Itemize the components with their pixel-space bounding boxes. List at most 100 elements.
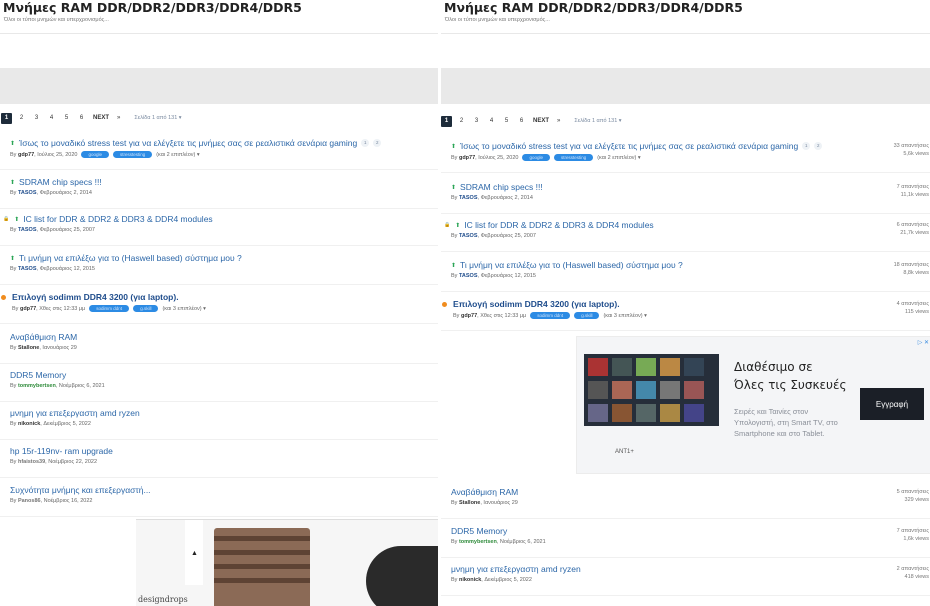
more-tags-dropdown[interactable]: (και 3 επιπλέον) ▾ — [162, 306, 205, 312]
topic-title-link[interactable]: Επιλογή sodimm DDR4 3200 (για laptop). — [12, 292, 179, 302]
topic-title-link[interactable]: IC list for DDR & DDR2 & DDR3 & DDR4 mod… — [23, 214, 212, 224]
page-5-button[interactable]: 5 — [501, 116, 512, 127]
topic-author-link[interactable]: TASOS — [459, 273, 478, 279]
topic-title-link[interactable]: IC list for DDR & DDR2 & DDR3 & DDR4 mod… — [464, 220, 653, 230]
topic-title-link[interactable]: DDR5 Memory — [451, 526, 507, 536]
topic-page-1-link[interactable]: 1 — [361, 139, 370, 147]
next-page-button[interactable]: NEXT — [93, 113, 109, 124]
more-tags-dropdown[interactable]: (και 2 επιπλέον) ▾ — [597, 155, 640, 161]
topic-author-link[interactable]: gdp77 — [459, 155, 475, 161]
by-label: By — [451, 539, 459, 545]
last-page-button[interactable]: » — [557, 116, 560, 127]
topic-page-1-link[interactable]: 1 — [802, 142, 811, 150]
topic-tag[interactable]: google — [522, 154, 550, 161]
topic-title-link[interactable]: Τι μνήμη να επιλέξω για το (Haswell base… — [19, 253, 242, 263]
page-1-button[interactable]: 1 — [1, 112, 12, 124]
topic-title-link[interactable]: Ίσως το μοναδικό stress test για να ελέγ… — [460, 141, 798, 151]
topic-row: Επιλογή sodimm DDR4 3200 (για laptop). By… — [441, 299, 930, 319]
page-1-button[interactable]: 1 — [441, 115, 452, 127]
page-3-button[interactable]: 3 — [31, 113, 42, 124]
topic-tag[interactable]: stresstesting — [112, 151, 153, 158]
topic-author-link[interactable]: hfaistos39 — [18, 459, 45, 465]
topic-row: μνημη για επεξεργαστη amd ryzen By nikoni… — [441, 564, 930, 583]
topic-author-link[interactable]: nikonick — [18, 421, 40, 427]
topic-meta: By TASOS, Φεβρουάριος 2, 2014 — [10, 190, 438, 196]
topic-author-link[interactable]: TASOS — [459, 195, 478, 201]
topic-page-2-link[interactable]: 2 — [373, 139, 382, 147]
topic-author-link[interactable]: TASOS — [18, 190, 37, 196]
forum-title: Μνήμες RAM DDR/DDR2/DDR3/DDR4/DDR5 — [444, 0, 743, 15]
topic-author-link[interactable]: tommybertsen — [459, 539, 497, 545]
adchoices-icon[interactable]: ▷ ✕ — [918, 339, 929, 346]
by-label: By — [10, 498, 18, 504]
ad-signup-button[interactable]: Εγγραφή — [860, 388, 924, 420]
topic-row: Επιλογή sodimm DDR4 3200 (για laptop). By… — [0, 292, 438, 312]
page-3-button[interactable]: 3 — [471, 116, 482, 127]
topic-tag[interactable]: sodimm ddr4 — [89, 305, 130, 312]
topic-stats: 2 απαντήσεις 418 views — [897, 566, 929, 581]
topic-title-link[interactable]: μνημη για επεξεργαστη amd ryzen — [10, 408, 140, 418]
row-separator — [0, 516, 438, 517]
topic-page-2-link[interactable]: 2 — [814, 142, 823, 150]
last-page-button[interactable]: » — [117, 113, 120, 124]
topic-row: DDR5 Memory By tommybertsen, Νοέμβριος 6,… — [0, 370, 438, 389]
topic-title-link[interactable]: Συχνότητα μνήμης και επεξεργαστή... — [10, 485, 151, 495]
next-page-button[interactable]: NEXT — [533, 116, 549, 127]
topic-author-link[interactable]: nikonick — [459, 577, 481, 583]
topic-meta: By gdp77, Χθες στις 12:33 μμ sodimm ddr4 g… — [12, 305, 438, 312]
topic-title-link[interactable]: DDR5 Memory — [10, 370, 66, 380]
ad-headline[interactable]: Διαθέσιμο σε — [734, 360, 813, 374]
row-separator — [0, 363, 438, 364]
topic-author-link[interactable]: TASOS — [459, 233, 478, 239]
page-jump-dropdown[interactable]: Σελίδα 1 από 131 ▾ — [574, 118, 621, 124]
topic-title-link[interactable]: Αναβάθμιση RAM — [10, 332, 77, 342]
ad-headline-2[interactable]: Όλες τις Συσκευές — [734, 378, 847, 392]
more-tags-dropdown[interactable]: (και 2 επιπλέον) ▾ — [156, 152, 199, 158]
topic-author-link[interactable]: Stallone — [459, 500, 480, 506]
by-label: By — [12, 305, 20, 312]
topic-title-link[interactable]: Αναβάθμιση RAM — [451, 487, 518, 497]
topic-title-link[interactable]: Ίσως το μοναδικό stress test για να ελέγ… — [19, 138, 357, 148]
topic-title-link[interactable]: SDRAM chip specs !!! — [19, 177, 102, 187]
advertisement-right[interactable]: ▷ ✕ ANT1+ Διαθέσιμο σε Όλες τις Συσκευές… — [576, 336, 930, 474]
topic-author-link[interactable]: TASOS — [18, 266, 37, 272]
topic-author-link[interactable]: gdp77 — [461, 313, 477, 319]
topic-tag[interactable]: stresstesting — [553, 154, 594, 161]
page-4-button[interactable]: 4 — [46, 113, 57, 124]
topic-title-link[interactable]: Τι μνήμη να επιλέξω για το (Haswell base… — [460, 260, 683, 270]
page-5-button[interactable]: 5 — [61, 113, 72, 124]
view-count: 21,7k views — [900, 229, 929, 236]
topic-tag[interactable]: google — [81, 151, 109, 158]
scroll-up-icon[interactable]: ▲ — [191, 550, 198, 557]
topic-title-link[interactable]: Επιλογή sodimm DDR4 3200 (για laptop). — [453, 299, 620, 309]
topic-tag[interactable]: g.skill — [133, 305, 159, 312]
topic-author-link[interactable]: Panos86 — [18, 498, 41, 504]
topic-title-row: Αναβάθμιση RAM — [10, 332, 438, 342]
row-separator — [0, 323, 438, 324]
by-label: By — [451, 154, 459, 161]
topic-title-link[interactable]: μνημη για επεξεργαστη amd ryzen — [451, 564, 581, 574]
page-2-button[interactable]: 2 — [456, 116, 467, 127]
pin-icon: ⬆ — [451, 143, 457, 150]
page-6-button[interactable]: 6 — [516, 116, 527, 127]
ad-image[interactable] — [584, 354, 719, 426]
topic-title-link[interactable]: hp 15r-119nv- ram upgrade — [10, 446, 113, 456]
advertisement-left[interactable]: ▲ designdrops — [136, 519, 438, 606]
topic-author-link[interactable]: Stallone — [18, 345, 39, 351]
page-jump-dropdown[interactable]: Σελίδα 1 από 131 ▾ — [134, 115, 181, 121]
topic-author-link[interactable]: gdp77 — [20, 306, 36, 312]
topic-title-row: 🔒 ⬆ IC list for DDR & DDR2 & DDR3 & DDR4 m… — [0, 214, 438, 224]
topic-author-link[interactable]: TASOS — [18, 227, 37, 233]
topic-tag[interactable]: sodimm ddr4 — [530, 312, 571, 319]
pagination: 1 2 3 4 5 6 NEXT » Σελίδα 1 από 131 ▾ — [1, 112, 182, 124]
topic-tag[interactable]: g.skill — [574, 312, 600, 319]
pin-icon: ⬆ — [10, 255, 16, 262]
topic-title-row: DDR5 Memory — [10, 370, 438, 380]
page-2-button[interactable]: 2 — [16, 113, 27, 124]
topic-author-link[interactable]: gdp77 — [18, 152, 34, 158]
topic-author-link[interactable]: tommybertsen — [18, 383, 56, 389]
page-4-button[interactable]: 4 — [486, 116, 497, 127]
topic-title-link[interactable]: SDRAM chip specs !!! — [460, 182, 543, 192]
more-tags-dropdown[interactable]: (και 3 επιπλέον) ▾ — [603, 313, 646, 319]
page-6-button[interactable]: 6 — [76, 113, 87, 124]
